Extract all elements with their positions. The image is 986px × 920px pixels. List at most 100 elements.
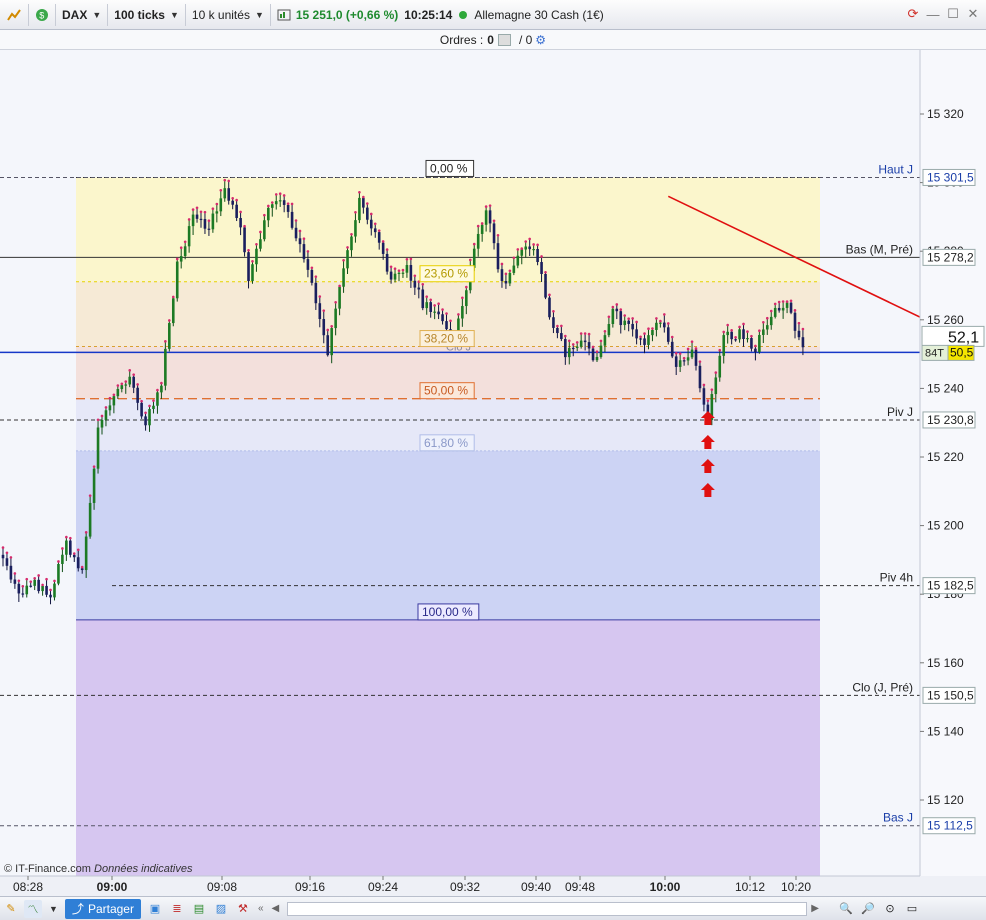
candle-tick [746,330,749,333]
zoom-out-icon[interactable]: 🔎 [859,900,877,918]
scroll-right-icon[interactable]: ▶ [807,903,823,914]
zoom-in-icon[interactable]: 🔍 [837,900,855,918]
fib-label: 100,00 % [422,605,473,619]
candle-tick [57,560,60,563]
candle-body [750,338,753,349]
candle-tick [722,330,726,334]
candle-tick [326,328,330,332]
candle-tick [369,212,373,216]
candle-body [61,554,64,564]
candle-tick [742,322,745,326]
candle-body [247,252,250,282]
candle-body [575,346,579,349]
candle-body [267,207,270,221]
candle-tick [750,334,753,338]
candle-body [270,204,274,208]
candle-tick [532,243,535,246]
price-chart[interactable]: Haut J Bas (M, Pré) Piv J Piv 4h Clo (J, Pré… [0,50,986,896]
scroll-left-icon[interactable]: ◀ [268,903,284,914]
candle-body [571,347,575,350]
candle-body [591,348,595,361]
candle-body [255,248,258,265]
candle-body [781,307,785,311]
candle-body [659,322,662,324]
candle-tick [520,247,524,250]
candle-body [540,262,543,274]
level-label: Bas (M, Pré) [846,242,913,256]
scroll-fast-left-icon[interactable]: « [254,903,268,914]
candle-body [350,236,353,251]
horizontal-scrollbar[interactable] [287,901,808,916]
candle-body [655,322,658,330]
orders-label: Ordres : [439,32,484,47]
candle-tick [504,272,508,276]
candle-tick [334,300,337,304]
candle-body [168,323,171,349]
magnet-icon[interactable]: ⊙ [881,900,899,918]
candle-body [326,335,330,356]
candle-tick [314,275,318,278]
candle-body [500,269,504,282]
symbol-select[interactable]: DAX ▼ [56,3,109,26]
candle-tick [540,255,543,258]
candle-tick [128,369,132,372]
candle-body [603,335,607,346]
candle-body [738,329,741,340]
candle-tick [171,295,175,299]
candle-tick [160,381,163,385]
candle-tick [215,202,219,206]
candle-tick [694,347,698,350]
candle-tick [88,494,92,497]
candle-body [465,290,468,307]
draw-tool[interactable] [0,3,29,26]
candle-body [239,218,242,228]
refresh-icon[interactable]: ⟳ [904,5,922,23]
candle-body [92,468,96,503]
dollar-toggle[interactable]: $ [29,3,56,26]
minimize-icon[interactable]: — [924,5,942,23]
candle-tick [148,404,151,408]
candle-tick [480,222,484,225]
share-button[interactable]: ⤴ Partager [64,898,141,919]
candle-tick [1,546,5,549]
close-icon[interactable]: ✕ [964,5,982,23]
window-controls: ⟳ — ☐ ✕ [904,5,982,23]
candle-tick [346,246,349,249]
orders-list-icon[interactable] [497,33,511,46]
last-price-big: 52,1 [948,329,979,346]
time-axis [0,876,986,896]
candle-body [441,314,444,322]
candle-tick [754,344,757,348]
candle-tick [362,195,365,199]
order-icon[interactable]: ▤ [190,900,208,918]
candle-tick [429,298,432,302]
share-icon: ⤴ [71,902,84,916]
ticks-select[interactable]: 100 ticks ▼ [108,3,186,26]
candle-body [334,308,337,329]
candle-tick [425,295,429,298]
candle-tick [286,202,290,205]
gear-icon[interactable]: ⚙ [535,33,546,47]
pencil-icon[interactable]: ✎ [2,900,20,918]
chevron-down-icon: ▼ [92,9,102,20]
list-icon[interactable]: ≣ [168,900,186,918]
indicator-icon[interactable]: ▣ [146,900,164,918]
candle-body [49,594,52,598]
y-tick-label: 15 260 [927,313,964,327]
candle-tick [251,259,254,263]
fib-zone [76,450,820,620]
maximize-icon[interactable]: ☐ [944,5,962,23]
candle-body [152,405,155,410]
candle-body [567,347,571,358]
chart-type-icon[interactable]: 〽 [24,899,42,918]
candle-tick [476,224,480,228]
screen-icon[interactable]: ▭ [903,900,921,918]
units-select[interactable]: 10 k unités ▼ [186,3,271,26]
compare-icon[interactable]: ▨ [212,900,230,918]
candle-tick [591,345,595,349]
tools-icon[interactable]: ⚒ [234,900,252,918]
candle-body [346,250,349,269]
candle-body [702,388,706,405]
chevron-down-icon[interactable]: ▼ [49,904,58,914]
candle-body [231,200,234,205]
